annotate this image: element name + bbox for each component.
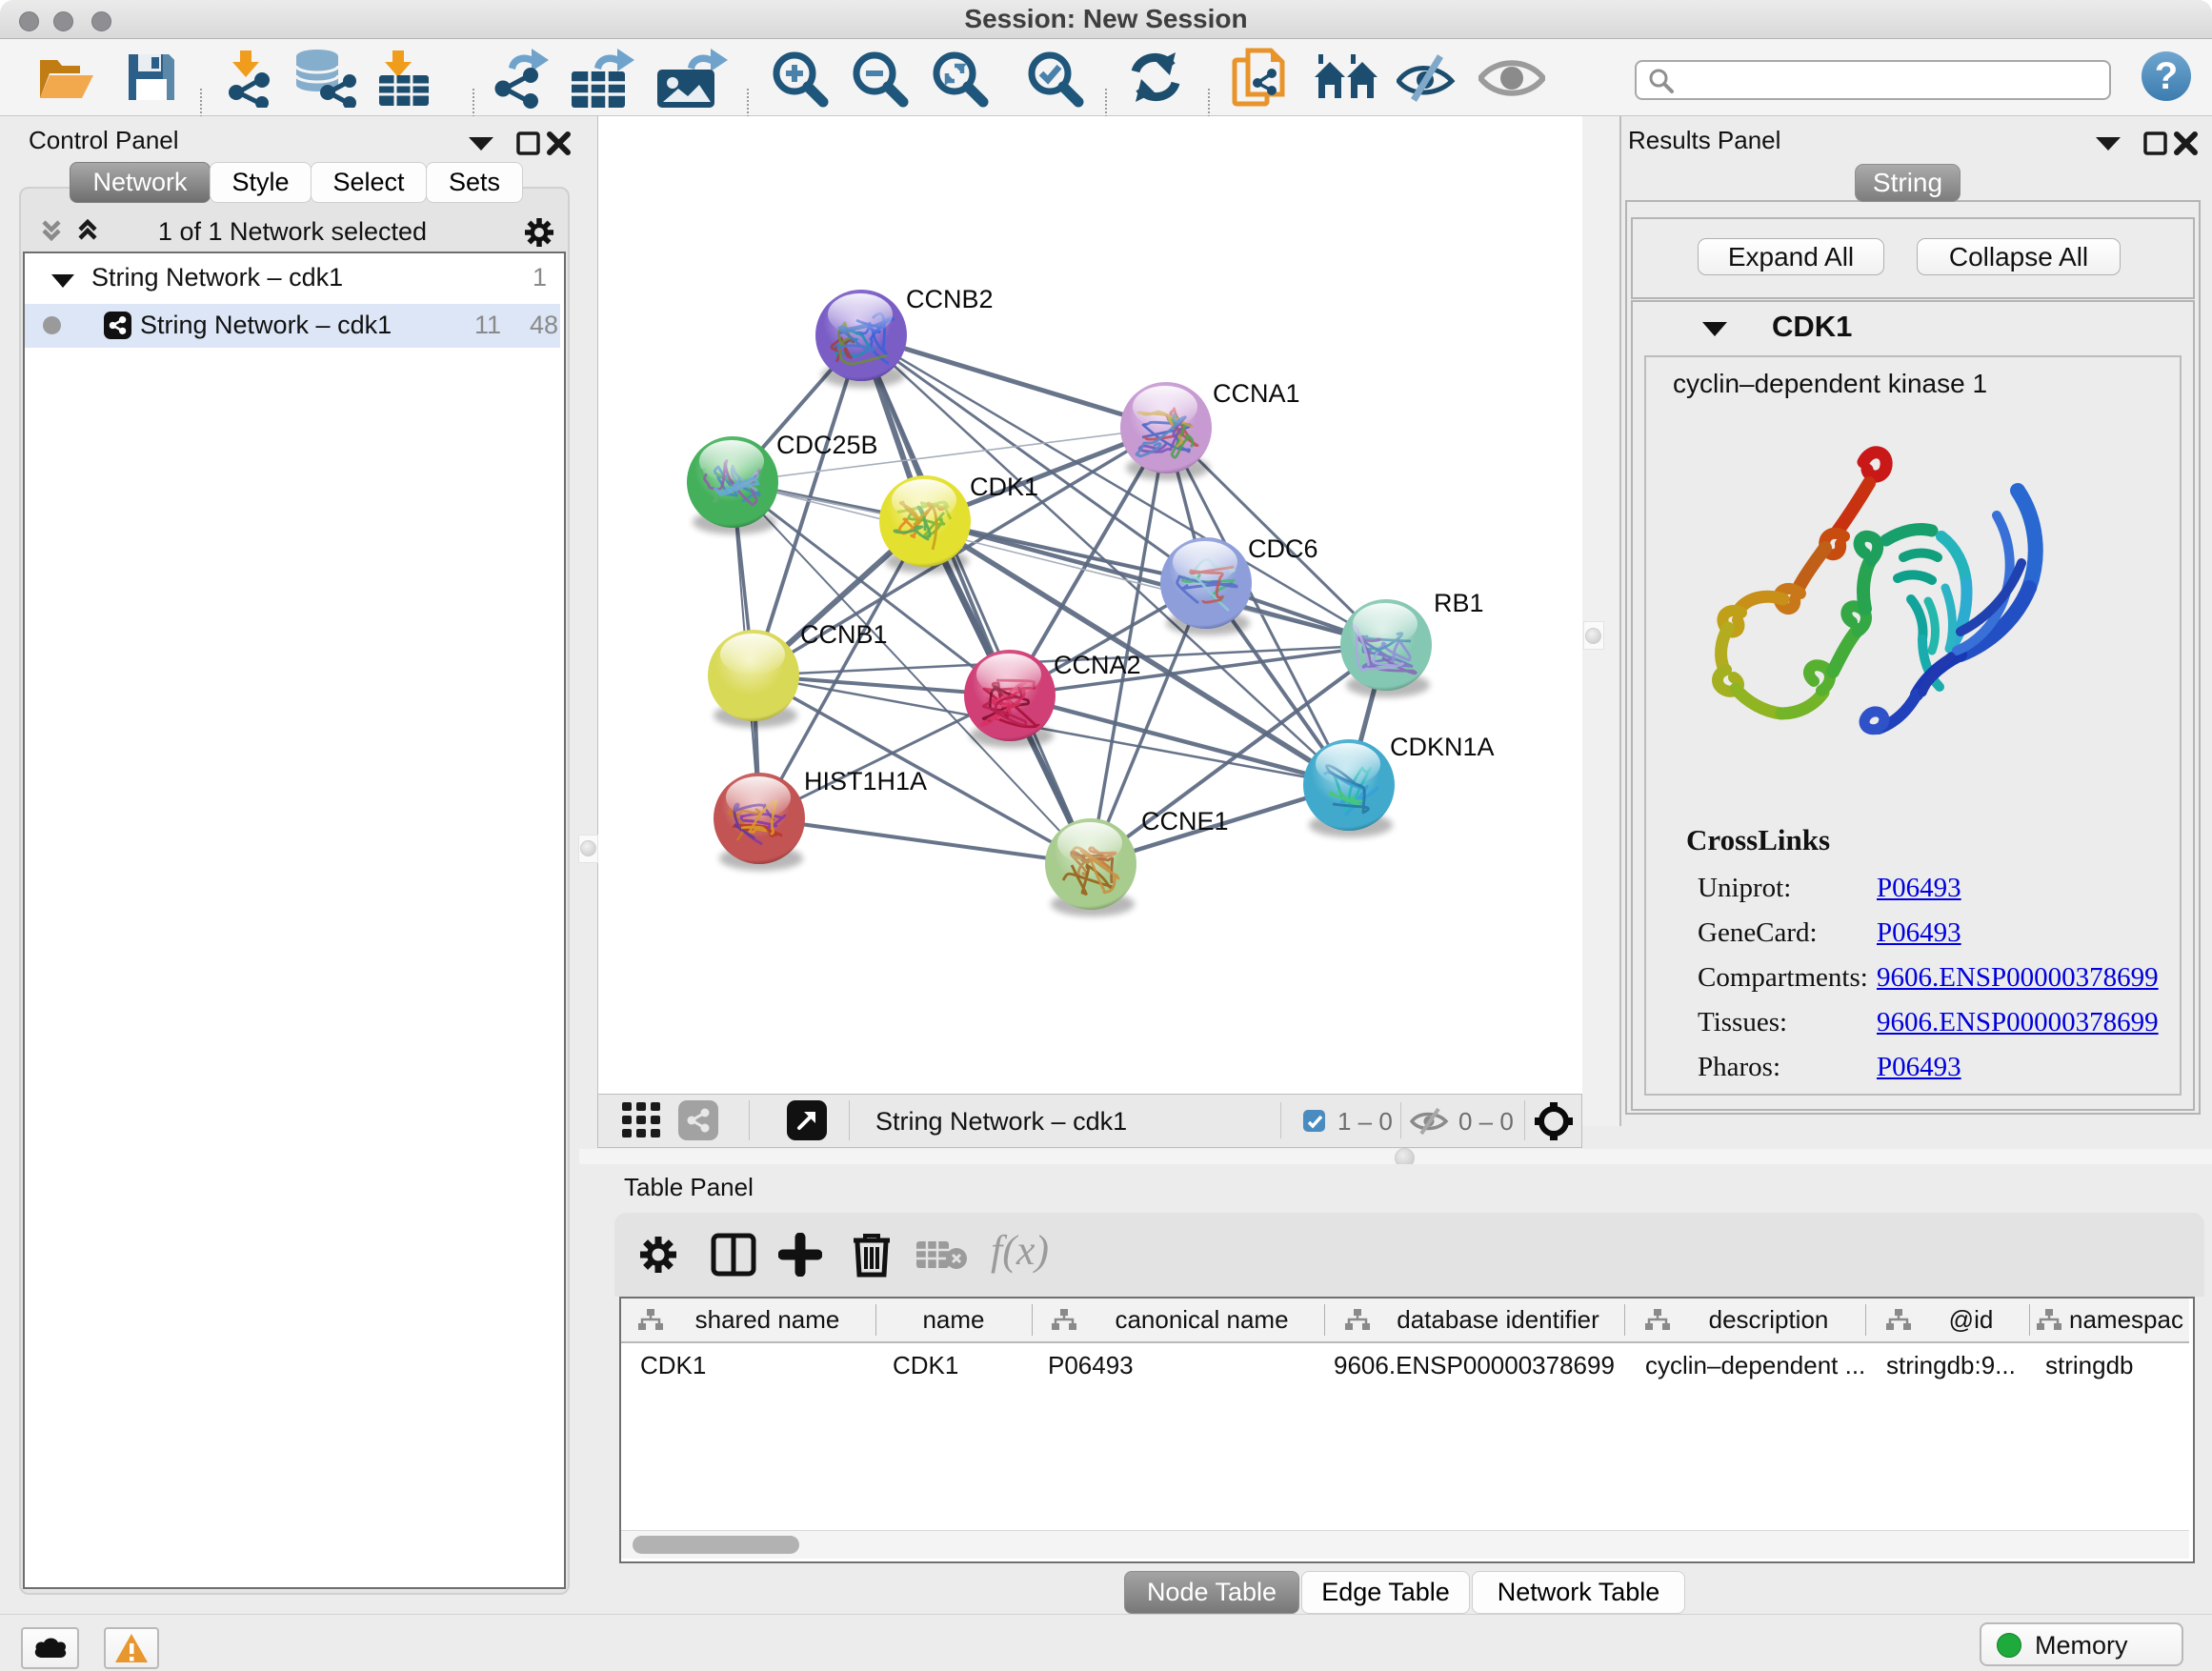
svg-text:CDC25B: CDC25B: [776, 431, 878, 459]
svg-text:CCNE1: CCNE1: [1141, 807, 1229, 836]
svg-text:CDK1: CDK1: [970, 473, 1038, 501]
svg-text:RB1: RB1: [1434, 589, 1484, 617]
svg-text:CDC6: CDC6: [1248, 534, 1318, 563]
svg-text:CCNA2: CCNA2: [1054, 651, 1141, 679]
svg-text:CDKN1A: CDKN1A: [1390, 733, 1495, 761]
svg-text:HIST1H1A: HIST1H1A: [804, 767, 927, 795]
svg-text:CCNA1: CCNA1: [1213, 379, 1300, 408]
svg-text:CCNB2: CCNB2: [906, 285, 994, 313]
svg-text:CCNB1: CCNB1: [800, 620, 888, 649]
